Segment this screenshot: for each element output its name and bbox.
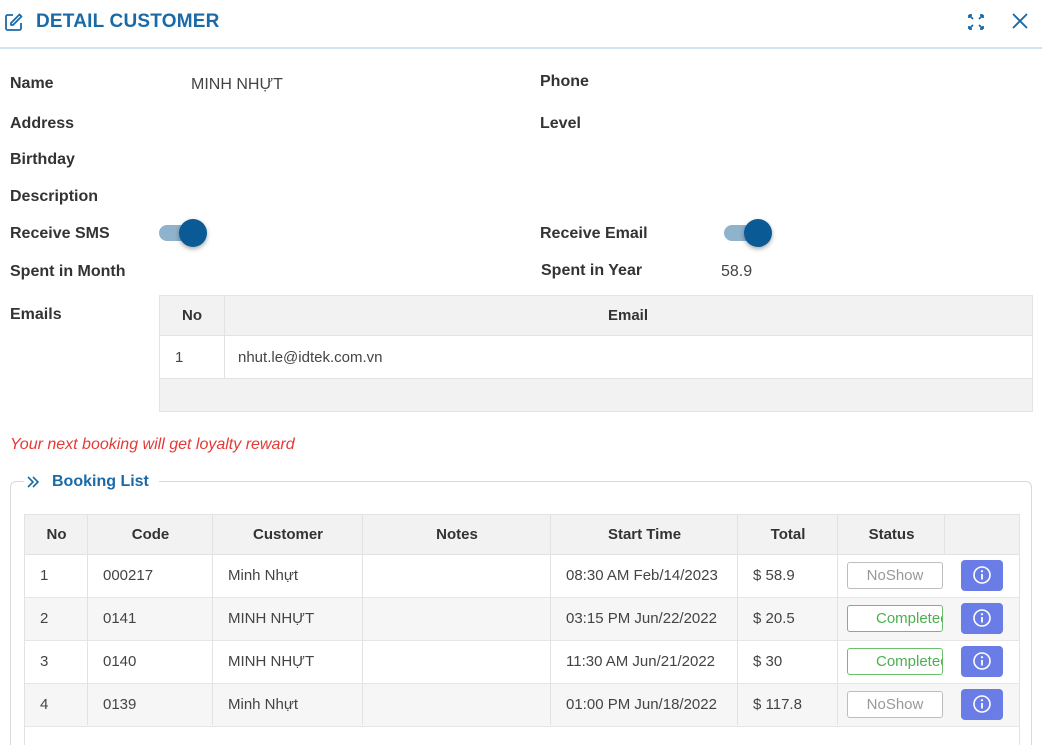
edit-icon <box>4 12 24 32</box>
expand-icon[interactable] <box>966 12 986 32</box>
booking-total: $ 117.8 <box>753 696 802 713</box>
column-divider <box>837 514 838 725</box>
spent-month-label: Spent in Month <box>10 263 126 280</box>
booking-no: 3 <box>40 653 49 670</box>
booking-total: $ 58.9 <box>753 567 795 584</box>
info-button[interactable] <box>961 646 1003 677</box>
column-header-total[interactable]: Total <box>738 515 838 555</box>
name-label: Name <box>10 75 54 92</box>
booking-total: $ 30 <box>753 653 783 670</box>
name-value: MINH NHỰT <box>191 76 283 93</box>
info-button[interactable] <box>961 603 1003 634</box>
close-icon[interactable] <box>1010 11 1030 31</box>
receive-email-label: Receive Email <box>540 225 648 242</box>
emails-table: No Email 1 nhut.le@idtek.com.vn <box>159 295 1033 412</box>
table-row-partial <box>24 727 1020 745</box>
toggle-knob <box>179 219 207 247</box>
receive-sms-label: Receive SMS <box>10 225 110 242</box>
spent-year-label: Spent in Year <box>541 262 643 279</box>
column-header-customer[interactable]: Customer <box>213 515 363 555</box>
status-badge[interactable]: Completed <box>847 648 943 675</box>
info-icon <box>973 566 991 584</box>
table-row[interactable]: 1 000217 Minh Nhựt 08:30 AM Feb/14/2023 … <box>24 555 1020 598</box>
booking-start-time: 08:30 AM Feb/14/2023 <box>566 567 718 584</box>
column-header-no[interactable]: No <box>25 515 88 555</box>
booking-code: 0140 <box>103 653 137 670</box>
status-badge[interactable]: NoShow <box>847 562 943 589</box>
column-header-no[interactable]: No <box>160 296 224 336</box>
column-divider <box>87 514 88 725</box>
table-row[interactable]: 4 0139 Minh Nhựt 01:00 PM Jun/18/2022 $ … <box>24 684 1020 727</box>
column-header-code[interactable]: Code <box>88 515 213 555</box>
table-row[interactable]: 2 0141 MINH NHỰT 03:15 PM Jun/22/2022 $ … <box>24 598 1020 641</box>
info-button[interactable] <box>961 689 1003 720</box>
column-divider <box>212 514 213 725</box>
dialog-header: DETAIL CUSTOMER <box>0 0 1042 49</box>
booking-code: 000217 <box>103 567 154 584</box>
table-row[interactable]: 1 nhut.le@idtek.com.vn <box>160 336 1032 379</box>
column-divider <box>944 514 945 555</box>
booking-customer: MINH NHỰT <box>228 610 315 627</box>
booking-customer: MINH NHỰT <box>228 653 315 670</box>
booking-table-header: No Code Customer Notes Start Time Total … <box>24 514 1020 555</box>
dialog-title: DETAIL CUSTOMER <box>36 11 220 32</box>
level-label: Level <box>540 115 581 132</box>
status-badge[interactable]: Completed <box>847 605 943 632</box>
info-icon <box>973 652 991 670</box>
receive-email-toggle[interactable] <box>724 219 776 249</box>
booking-total: $ 20.5 <box>753 610 795 627</box>
info-button[interactable] <box>961 560 1003 591</box>
booking-start-time: 11:30 AM Jun/21/2022 <box>566 653 716 670</box>
column-divider <box>550 514 551 725</box>
toggle-knob <box>744 219 772 247</box>
booking-list-legend: Booking List <box>24 472 159 494</box>
loyalty-message: Your next booking will get loyalty rewar… <box>10 436 295 453</box>
booking-start-time: 01:00 PM Jun/18/2022 <box>566 696 717 713</box>
column-divider <box>737 514 738 725</box>
status-badge[interactable]: NoShow <box>847 691 943 718</box>
booking-start-time: 03:15 PM Jun/22/2022 <box>566 610 717 627</box>
booking-no: 1 <box>40 567 49 584</box>
booking-code: 0141 <box>103 610 137 627</box>
info-icon <box>973 609 991 627</box>
column-header-notes[interactable]: Notes <box>363 515 551 555</box>
email-row-address: nhut.le@idtek.com.vn <box>238 349 383 366</box>
column-divider <box>362 514 363 725</box>
booking-list-title: Booking List <box>52 473 149 490</box>
column-header-start-time[interactable]: Start Time <box>551 515 738 555</box>
column-divider <box>224 296 225 379</box>
info-icon <box>973 695 991 713</box>
double-chevron-icon <box>26 475 40 489</box>
booking-no: 4 <box>40 696 49 713</box>
booking-customer: Minh Nhựt <box>228 567 299 584</box>
receive-sms-toggle[interactable] <box>159 219 211 249</box>
phone-label: Phone <box>540 73 589 90</box>
table-row[interactable]: 3 0140 MINH NHỰT 11:30 AM Jun/21/2022 $ … <box>24 641 1020 684</box>
address-label: Address <box>10 115 75 132</box>
description-label: Description <box>10 188 99 205</box>
column-header-email[interactable]: Email <box>224 296 1032 336</box>
birthday-label: Birthday <box>10 151 75 168</box>
emails-label: Emails <box>10 306 62 323</box>
emails-table-header: No Email <box>160 296 1032 336</box>
spent-year-value: 58.9 <box>721 263 753 280</box>
column-header-action <box>945 515 1021 555</box>
booking-customer: Minh Nhựt <box>228 696 299 713</box>
booking-code: 0139 <box>103 696 137 713</box>
email-row-no: 1 <box>175 349 184 366</box>
booking-no: 2 <box>40 610 49 627</box>
column-header-status[interactable]: Status <box>838 515 945 555</box>
